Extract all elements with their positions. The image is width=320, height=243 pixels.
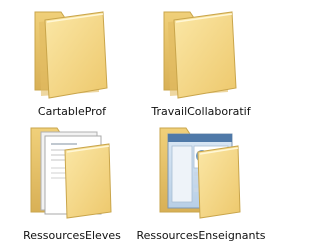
folder-item-ressourceseleves[interactable]: RessourcesEleves	[7, 120, 137, 242]
folder-label: RessourcesEnseignants	[136, 229, 266, 242]
folder-item-travailcollaboratif[interactable]: TravailCollaboratif	[136, 0, 266, 118]
folder-label: TravailCollaboratif	[151, 105, 251, 118]
folder-label: CartableProf	[37, 105, 107, 118]
folder-with-document-icon	[30, 127, 112, 219]
folder-label: RessourcesEleves	[23, 229, 121, 242]
folder-item-ressourcesenseignants[interactable]: RessourcesEnseignants	[136, 120, 266, 242]
folder-icon	[163, 11, 237, 99]
folder-item-cartableprof[interactable]: CartableProf	[7, 0, 137, 118]
folder-icon	[34, 11, 108, 99]
folder-with-screenshot-icon	[159, 127, 241, 219]
folder-grid: CartableProf TravailCollaboratif Ressour…	[0, 0, 275, 243]
